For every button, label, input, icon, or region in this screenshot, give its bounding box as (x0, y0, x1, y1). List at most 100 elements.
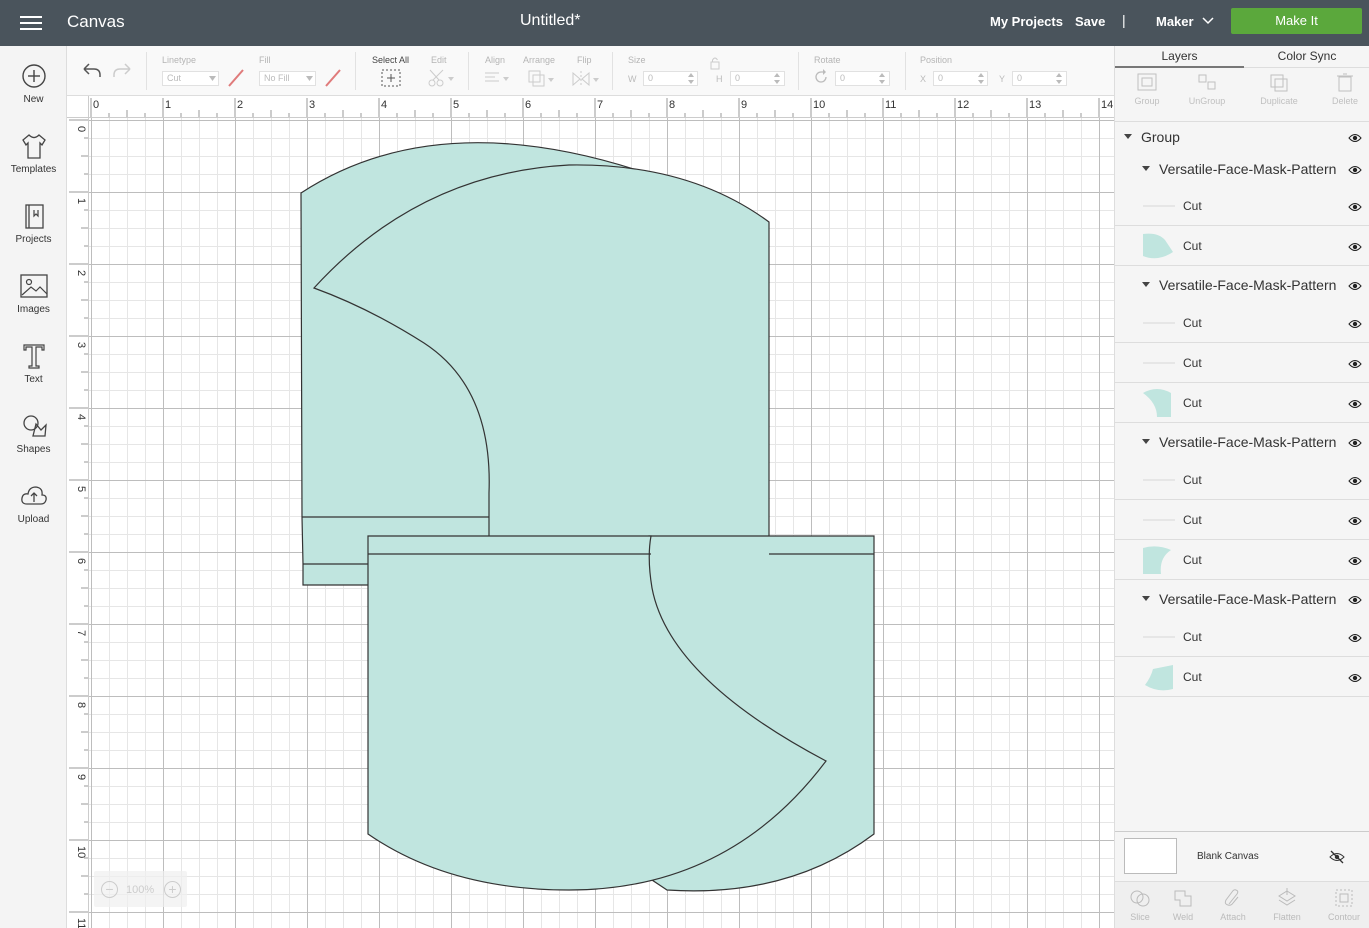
eye-icon[interactable] (1348, 165, 1362, 175)
ruler-tick-label: 5 (453, 99, 459, 111)
sidebar-item-upload[interactable]: Upload (0, 482, 67, 544)
eye-icon[interactable] (1348, 133, 1362, 143)
layer-cut-row[interactable]: Cut (1115, 657, 1369, 697)
caret-down-icon[interactable] (1124, 134, 1133, 141)
chevron-down-icon[interactable] (1201, 12, 1215, 30)
weld-button[interactable]: Weld (1158, 888, 1208, 922)
make-it-button[interactable]: Make It (1231, 8, 1362, 34)
eye-icon[interactable] (1348, 438, 1362, 448)
sidebar-item-templates[interactable]: Templates (0, 132, 67, 194)
save-button[interactable]: Save (1075, 14, 1105, 29)
ruler-tick-label: 3 (75, 342, 87, 348)
duplicate-button[interactable]: Duplicate (1247, 70, 1311, 106)
zoom-out-icon[interactable]: − (101, 881, 118, 898)
layer-cut-label: Cut (1183, 396, 1202, 410)
size-label: Size (628, 55, 646, 65)
document-title[interactable]: Untitled* (520, 12, 580, 30)
layer-thumbnail-line (1143, 205, 1175, 207)
layer-subgroup-row[interactable]: Versatile-Face-Mask-Pattern (1115, 154, 1369, 186)
edit-scissors-icon[interactable] (427, 68, 455, 88)
flip-icon[interactable] (571, 69, 601, 89)
layer-cut-row[interactable]: Cut (1115, 226, 1369, 266)
layer-cut-row[interactable]: Cut (1115, 500, 1369, 540)
zoom-in-icon[interactable]: + (164, 881, 181, 898)
layer-cut-row[interactable]: Cut (1115, 460, 1369, 500)
align-icon[interactable] (483, 70, 511, 88)
eye-icon[interactable] (1348, 476, 1362, 486)
sidebar-item-new[interactable]: New (0, 62, 67, 124)
eye-icon[interactable] (1348, 242, 1362, 252)
layer-cut-label: Cut (1183, 239, 1202, 253)
design-canvas[interactable] (89, 118, 1114, 928)
ruler-tick-label: 2 (237, 99, 243, 111)
layer-cut-label: Cut (1183, 473, 1202, 487)
stepper-icon[interactable] (978, 72, 986, 85)
stepper-icon[interactable] (879, 72, 887, 85)
caret-down-icon[interactable] (1142, 166, 1151, 173)
layer-cut-row[interactable]: Cut (1115, 186, 1369, 226)
eye-hidden-icon[interactable] (1329, 850, 1345, 864)
ungroup-button[interactable]: UnGroup (1175, 70, 1239, 106)
menu-icon[interactable] (18, 13, 44, 33)
ruler-tick-label: 0 (93, 99, 99, 111)
undo-icon[interactable] (80, 60, 102, 80)
eye-icon[interactable] (1348, 359, 1362, 369)
layer-cut-row[interactable]: Cut (1115, 617, 1369, 657)
arrange-icon[interactable] (527, 69, 557, 89)
layer-cut-row[interactable]: Cut (1115, 343, 1369, 383)
my-projects-link[interactable]: My Projects (990, 14, 1063, 29)
sidebar-item-images[interactable]: Images (0, 272, 67, 334)
layer-subgroup-row[interactable]: Versatile-Face-Mask-Pattern (1115, 423, 1369, 460)
stepper-icon[interactable] (1056, 72, 1064, 85)
stepper-icon[interactable] (774, 72, 782, 85)
attach-button[interactable]: Attach (1208, 888, 1258, 922)
eye-icon[interactable] (1348, 319, 1362, 329)
caret-down-icon[interactable] (1142, 596, 1151, 603)
layer-cut-row[interactable]: Cut (1115, 303, 1369, 343)
lock-icon[interactable] (709, 56, 721, 70)
sidebar-item-shapes[interactable]: Shapes (0, 412, 67, 474)
blank-canvas-row[interactable]: Blank Canvas (1115, 831, 1369, 881)
delete-button-label: Delete (1331, 96, 1358, 106)
layer-thumbnail-shape (1145, 665, 1173, 691)
flatten-button-label: Flatten (1273, 912, 1301, 922)
eye-icon[interactable] (1348, 516, 1362, 526)
machine-select[interactable]: Maker (1156, 14, 1194, 29)
stepper-icon[interactable] (688, 72, 696, 85)
layer-group-row[interactable]: Group (1115, 122, 1369, 154)
eye-icon[interactable] (1348, 399, 1362, 409)
blank-canvas-swatch[interactable] (1124, 838, 1177, 874)
group-button-label: Group (1134, 96, 1160, 106)
paperclip-icon (1224, 889, 1239, 906)
layer-subgroup-row[interactable]: Versatile-Face-Mask-Pattern (1115, 266, 1369, 303)
sidebar-item-projects[interactable]: Projects (0, 202, 67, 264)
flatten-button[interactable]: Flatten (1262, 888, 1312, 922)
mask-pattern-group[interactable] (89, 118, 1114, 928)
contour-button[interactable]: Contour (1319, 888, 1369, 922)
tab-color-sync[interactable]: Color Sync (1244, 46, 1369, 68)
caret-down-icon[interactable] (1142, 439, 1151, 446)
select-all-label: Select All (372, 55, 410, 65)
height-label: H (716, 74, 723, 84)
layer-cut-row[interactable]: Cut (1115, 540, 1369, 580)
text-icon (22, 344, 45, 369)
eye-icon[interactable] (1348, 281, 1362, 291)
eye-icon[interactable] (1348, 595, 1362, 605)
redo-icon[interactable] (112, 60, 134, 80)
eye-icon[interactable] (1348, 673, 1362, 683)
delete-button[interactable]: Delete (1313, 70, 1369, 106)
fill-color-swatch-icon[interactable] (324, 68, 342, 88)
select-all-icon[interactable] (380, 68, 402, 88)
eye-icon[interactable] (1348, 556, 1362, 566)
caret-down-icon[interactable] (1142, 282, 1151, 289)
sidebar-item-text[interactable]: Text (0, 342, 67, 404)
layer-thumbnail-line (1143, 479, 1175, 481)
layer-cut-row[interactable]: Cut (1115, 383, 1369, 423)
eye-icon[interactable] (1348, 633, 1362, 643)
tab-layers[interactable]: Layers (1115, 46, 1244, 68)
group-button[interactable]: Group (1115, 70, 1179, 106)
eye-icon[interactable] (1348, 202, 1362, 212)
ruler-tick-label: 14 (1101, 99, 1113, 111)
linetype-color-swatch-icon[interactable] (227, 68, 245, 88)
layer-subgroup-row[interactable]: Versatile-Face-Mask-Pattern (1115, 580, 1369, 617)
